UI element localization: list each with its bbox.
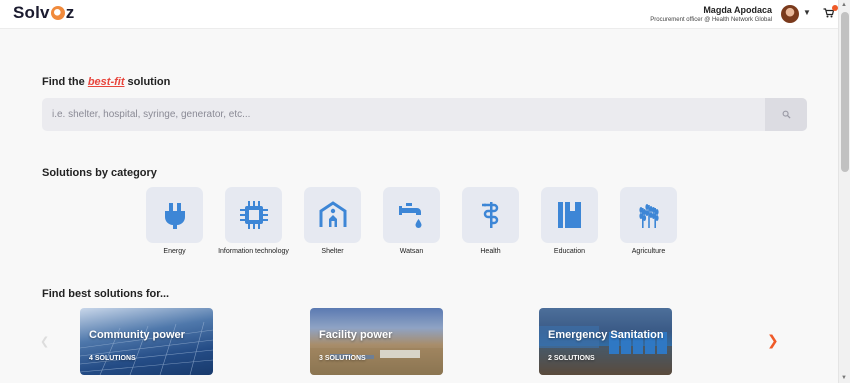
category-tile[interactable] (462, 187, 519, 243)
search-heading: Find the best-fit solution (42, 76, 170, 88)
page-scrollbar[interactable]: ▲ ▼ (838, 0, 850, 383)
category-label: Watsan (399, 248, 424, 255)
card-count: 3 SOLUTIONS (319, 355, 366, 362)
solution-card-emergency-sanitation[interactable]: Emergency Sanitation 2 SOLUTIONS (539, 308, 672, 375)
shelter-icon (319, 201, 346, 227)
sanitation-image (539, 326, 672, 375)
search-bar (42, 98, 807, 131)
category-label: Information technology (218, 248, 289, 255)
plug-icon (164, 203, 185, 229)
scroll-up-icon[interactable]: ▲ (841, 2, 847, 8)
search-heading-suffix: solution (124, 76, 171, 88)
category-education[interactable]: Education (530, 187, 609, 255)
category-list: Energy Information technology Shelter Wa… (135, 187, 688, 255)
category-tile[interactable] (146, 187, 203, 243)
search-input[interactable] (42, 98, 764, 131)
category-tile[interactable] (541, 187, 598, 243)
wheat-icon (638, 204, 659, 228)
category-tile[interactable] (304, 187, 361, 243)
user-name: Magda Apodaca (703, 5, 772, 15)
categories-heading: Solutions by category (42, 167, 157, 179)
best-solutions-heading: Find best solutions for... (42, 288, 170, 300)
solution-card-community-power[interactable]: Community power 4 SOLUTIONS (80, 308, 213, 375)
category-tile[interactable] (383, 187, 440, 243)
tap-icon (398, 203, 421, 228)
card-count: 2 SOLUTIONS (548, 355, 595, 362)
scroll-thumb[interactable] (841, 12, 849, 172)
solvoz-logo[interactable]: Solv z (13, 3, 74, 23)
logo-text-start: Solv (13, 3, 50, 22)
category-label: Energy (163, 248, 186, 255)
category-watsan[interactable]: Watsan (372, 187, 451, 255)
category-label: Shelter (321, 248, 344, 255)
top-bar: Solv z Magda Apodaca Procurement officer … (0, 0, 838, 29)
category-label: Education (553, 248, 586, 255)
search-heading-prefix: Find the (42, 76, 88, 88)
category-tile[interactable] (225, 187, 282, 243)
card-title: Community power (89, 329, 185, 341)
chip-icon (239, 201, 268, 229)
book-icon (557, 202, 581, 228)
category-shelter[interactable]: Shelter (293, 187, 372, 255)
scroll-down-icon[interactable]: ▼ (841, 375, 847, 381)
card-title: Facility power (319, 329, 393, 341)
category-label: Agriculture (631, 248, 666, 255)
carousel-next-icon[interactable]: ❯ (767, 332, 779, 349)
card-title: Emergency Sanitation (548, 329, 664, 341)
search-icon (782, 110, 791, 119)
search-heading-highlight: best-fit (87, 76, 125, 88)
facility-image (310, 348, 443, 375)
category-agriculture[interactable]: Agriculture (609, 187, 688, 255)
search-button[interactable] (765, 98, 807, 131)
category-tile[interactable] (620, 187, 677, 243)
logo-text-end: z (65, 3, 75, 22)
avatar[interactable] (781, 5, 799, 23)
user-role: Procurement officer @ Health Network Glo… (650, 17, 772, 23)
category-label: Health (480, 248, 501, 255)
solution-card-facility-power[interactable]: Facility power 3 SOLUTIONS (310, 308, 443, 375)
caduceus-icon (481, 202, 498, 228)
chevron-down-icon[interactable]: ▼ (803, 8, 811, 17)
carousel-prev-icon[interactable]: ❮ (40, 335, 49, 348)
user-info[interactable]: Magda Apodaca Procurement officer @ Heal… (650, 5, 772, 23)
card-count: 4 SOLUTIONS (89, 355, 136, 362)
logo-sun-icon (50, 6, 65, 20)
solar-panels-image (80, 321, 213, 375)
category-energy[interactable]: Energy (135, 187, 214, 255)
category-information-technology[interactable]: Information technology (214, 187, 293, 255)
category-health[interactable]: Health (451, 187, 530, 255)
